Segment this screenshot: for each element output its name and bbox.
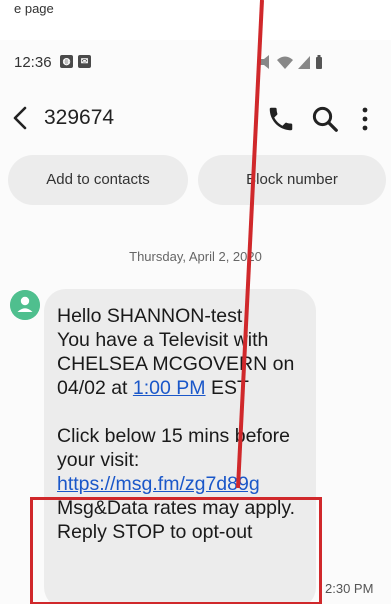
app-bar: 329674 bbox=[0, 90, 391, 146]
message-line: Msg&Data rates may apply. bbox=[57, 497, 296, 519]
message-line: You have a Televisit with bbox=[57, 329, 269, 351]
status-bar: 12:36 ◍ ✉ bbox=[0, 40, 391, 84]
message-line: 04/02 at 1:00 PM EST bbox=[57, 376, 306, 400]
message-line: Reply STOP to opt-out bbox=[57, 521, 253, 543]
message-bubble[interactable]: Hello SHANNON-test You have a Televisit … bbox=[44, 289, 316, 604]
message-line: CHELSEA MCGOVERN on bbox=[57, 353, 295, 375]
search-icon[interactable] bbox=[310, 104, 340, 134]
mail-icon: ✉ bbox=[78, 55, 91, 68]
wifi-icon bbox=[277, 56, 293, 69]
status-time: 12:36 bbox=[14, 54, 52, 71]
message-line: your visit: bbox=[57, 449, 140, 471]
date-text: 04/02 at bbox=[57, 377, 133, 399]
phone-screen: 12:36 ◍ ✉ 329674 Add to contacts Block n… bbox=[0, 40, 391, 604]
sender-avatar bbox=[10, 290, 40, 320]
date-separator: Thursday, April 2, 2020 bbox=[129, 249, 262, 264]
whatsapp-icon: ◍ bbox=[60, 55, 73, 68]
message-timestamp: 2:30 PM bbox=[325, 581, 374, 596]
system-status-icons bbox=[258, 55, 322, 69]
message-line: Hello SHANNON-test bbox=[57, 305, 243, 327]
battery-icon bbox=[316, 55, 322, 69]
more-vert-icon[interactable] bbox=[352, 104, 378, 134]
back-arrow-icon[interactable] bbox=[6, 102, 36, 134]
mute-icon bbox=[258, 55, 269, 69]
timezone-text: EST bbox=[205, 377, 249, 399]
top-caption: e page bbox=[14, 1, 54, 16]
block-number-button[interactable]: Block number bbox=[198, 155, 386, 205]
time-link[interactable]: 1:00 PM bbox=[133, 377, 206, 399]
visit-url-link[interactable]: https://msg.fm/zg7d89g bbox=[57, 472, 306, 496]
add-to-contacts-button[interactable]: Add to contacts bbox=[8, 155, 188, 205]
signal-icon bbox=[298, 56, 310, 69]
message-line: Click below 15 mins before bbox=[57, 425, 291, 447]
phone-icon[interactable] bbox=[266, 104, 296, 134]
contact-number: 329674 bbox=[44, 106, 115, 129]
